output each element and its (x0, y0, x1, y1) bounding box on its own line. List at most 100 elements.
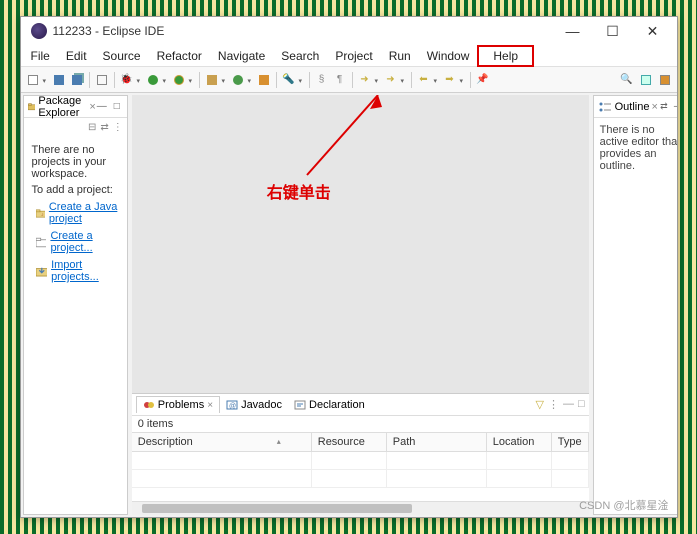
dropdown-icon[interactable]: ▾ (222, 77, 228, 83)
table-header: Description▴ Resource Path Location Type (132, 432, 589, 452)
menu-run[interactable]: Run (381, 46, 419, 66)
close-button[interactable]: ✕ (633, 20, 673, 42)
toggle-mark-icon[interactable]: § (314, 72, 330, 88)
dropdown-icon[interactable]: ▾ (299, 77, 305, 83)
dropdown-icon[interactable]: ▾ (401, 77, 407, 83)
create-java-project-link[interactable]: Create a Java project (49, 201, 119, 225)
maximize-view-icon[interactable]: □ (111, 101, 123, 112)
menu-source[interactable]: Source (95, 46, 149, 66)
table-row[interactable] (132, 452, 589, 470)
new-class-icon[interactable] (230, 72, 246, 88)
workspace: Package Explorer × ― □ ⊟ ⇄ ⋮ There are n… (21, 93, 677, 517)
dropdown-icon[interactable]: ▾ (163, 77, 169, 83)
new-icon[interactable] (25, 72, 41, 88)
link-editor-icon[interactable]: ⇄ (658, 101, 670, 112)
create-project-link[interactable]: Create a project... (50, 230, 118, 254)
coverage-icon[interactable] (171, 72, 187, 88)
view-menu-icon[interactable]: ⋮ (548, 398, 559, 411)
empty-msg-2: To add a project: (32, 184, 119, 196)
menu-bar: File Edit Source Refactor Navigate Searc… (21, 45, 677, 67)
package-explorer-tab[interactable]: Package Explorer × ― □ (24, 96, 127, 118)
minimize-button[interactable]: ― (553, 20, 593, 42)
col-location[interactable]: Location (487, 433, 552, 451)
menu-help[interactable]: Help (477, 45, 534, 67)
java-project-icon: J (36, 208, 45, 219)
col-path[interactable]: Path (387, 433, 487, 451)
table-row[interactable] (132, 470, 589, 488)
back-icon[interactable]: ⬅ (416, 72, 432, 88)
dropdown-icon[interactable]: ▾ (434, 77, 440, 83)
problems-icon (143, 400, 155, 410)
view-menu-icon[interactable]: ⋮ (113, 122, 123, 133)
declaration-tab[interactable]: Declaration (288, 397, 371, 413)
menu-refactor[interactable]: Refactor (149, 46, 210, 66)
scrollbar-thumb[interactable] (142, 504, 412, 513)
open-perspective-icon[interactable] (638, 72, 654, 88)
title-bar: 112233 - Eclipse IDE ― ☐ ✕ (21, 17, 677, 45)
switch-icon[interactable] (94, 72, 110, 88)
declaration-icon (294, 400, 306, 410)
menu-search[interactable]: Search (273, 46, 327, 66)
outline-label: Outline (615, 101, 650, 113)
col-type[interactable]: Type (552, 433, 589, 451)
maximize-button[interactable]: ☐ (593, 20, 633, 42)
javadoc-icon: @ (226, 400, 238, 410)
pin-icon[interactable]: 📌 (475, 72, 491, 88)
menu-project[interactable]: Project (327, 46, 380, 66)
dropdown-icon[interactable]: ▾ (189, 77, 195, 83)
dropdown-icon[interactable]: ▾ (460, 77, 466, 83)
table-body (132, 452, 589, 492)
prev-annotation-icon[interactable]: ➜ (383, 72, 399, 88)
dropdown-icon[interactable]: ▾ (43, 77, 49, 83)
import-projects-link[interactable]: Import projects... (51, 259, 119, 283)
dropdown-icon[interactable]: ▾ (375, 77, 381, 83)
save-icon[interactable] (51, 72, 67, 88)
save-all-icon[interactable] (69, 72, 85, 88)
eclipse-icon (31, 23, 47, 39)
debug-icon[interactable]: 🐞 (119, 72, 135, 88)
run-icon[interactable] (145, 72, 161, 88)
editor-area[interactable]: 右键单击 (132, 95, 589, 393)
empty-msg-1: There are no projects in your workspace. (32, 144, 119, 180)
new-package-icon[interactable] (204, 72, 220, 88)
collapse-all-icon[interactable]: ⊟ (88, 122, 96, 133)
outline-view: Outline × ⇄ ― There is no active editor … (593, 95, 677, 515)
svg-text:@: @ (229, 403, 236, 410)
problems-tab[interactable]: Problems × (136, 396, 220, 413)
package-explorer-toolbar: ⊟ ⇄ ⋮ (24, 118, 127, 136)
open-type-icon[interactable] (256, 72, 272, 88)
close-icon[interactable]: × (207, 400, 213, 411)
dropdown-icon[interactable]: ▾ (137, 77, 143, 83)
minimize-view-icon[interactable]: ― (96, 101, 108, 112)
outline-icon (598, 101, 612, 113)
quick-access-icon[interactable]: 🔍 (619, 72, 635, 88)
sort-asc-icon: ▴ (277, 437, 281, 446)
maximize-view-icon[interactable]: □ (578, 398, 585, 411)
menu-window[interactable]: Window (419, 46, 478, 66)
main-toolbar: ▾ 🐞▾ ▾ ▾ ▾ ▾ 🔦▾ § ¶ ➜▾ ➜▾ ⬅▾ ➡▾ 📌 🔍 (21, 67, 677, 93)
javadoc-tab[interactable]: @ Javadoc (220, 397, 288, 413)
col-resource[interactable]: Resource (312, 433, 387, 451)
menu-file[interactable]: File (23, 46, 58, 66)
package-explorer-view: Package Explorer × ― □ ⊟ ⇄ ⋮ There are n… (23, 95, 128, 515)
minimize-view-icon[interactable]: ― (563, 398, 574, 411)
dropdown-icon[interactable]: ▾ (248, 77, 254, 83)
svg-text:J: J (41, 211, 43, 216)
menu-navigate[interactable]: Navigate (210, 46, 273, 66)
filter-icon[interactable]: ▽ (535, 398, 543, 411)
toggle-block-icon[interactable]: ¶ (332, 72, 348, 88)
window-title: 112233 - Eclipse IDE (53, 24, 553, 38)
bottom-tab-bar: Problems × @ Javadoc Declaration ▽ ⋮ (132, 394, 589, 416)
minimize-view-icon[interactable]: ― (673, 101, 677, 112)
link-editor-icon[interactable]: ⇄ (100, 122, 108, 133)
outline-body: There is no active editor that provides … (594, 118, 677, 178)
package-explorer-body: There are no projects in your workspace.… (24, 136, 127, 291)
next-annotation-icon[interactable]: ➜ (357, 72, 373, 88)
menu-edit[interactable]: Edit (58, 46, 95, 66)
java-perspective-icon[interactable] (657, 72, 673, 88)
outline-tab[interactable]: Outline × ⇄ ― (594, 96, 677, 118)
horizontal-scrollbar[interactable] (132, 501, 589, 515)
search-icon[interactable]: 🔦 (281, 72, 297, 88)
forward-icon[interactable]: ➡ (442, 72, 458, 88)
col-description[interactable]: Description▴ (132, 433, 312, 451)
